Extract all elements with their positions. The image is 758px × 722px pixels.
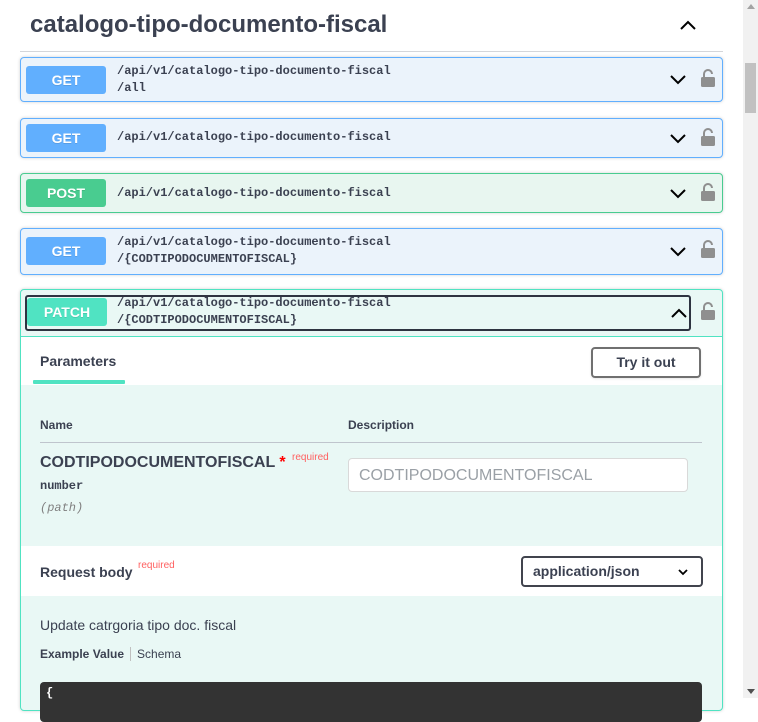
parameter-name: CODTIPODOCUMENTOFISCAL * bbox=[40, 454, 286, 472]
required-star: * bbox=[279, 454, 286, 471]
request-body-header: Request body required application/json bbox=[21, 546, 722, 596]
request-body-content: Update catrgoria tipo doc. fiscal Exampl… bbox=[21, 597, 722, 722]
operation-get-by-id[interactable]: GET /api/v1/catalogo-tipo-documento-fisc… bbox=[20, 228, 723, 275]
operation-summary[interactable]: PATCH /api/v1/catalogo-tipo-documento-fi… bbox=[25, 295, 691, 331]
path-line-1: /api/v1/catalogo-tipo-documento-fiscal bbox=[117, 296, 391, 310]
chevron-down-icon[interactable] bbox=[668, 129, 688, 149]
operation-path: /api/v1/catalogo-tipo-documento-fiscal /… bbox=[117, 234, 417, 268]
tab-active-indicator bbox=[33, 380, 125, 384]
path-line-1: /api/v1/catalogo-tipo-documento-fiscal bbox=[117, 64, 391, 78]
chevron-down-icon[interactable] bbox=[668, 184, 688, 204]
lock-icon[interactable] bbox=[700, 182, 716, 202]
path-line-2: /{CODTIPODOCUMENTOFISCAL} bbox=[117, 313, 298, 327]
lock-icon[interactable] bbox=[700, 68, 716, 88]
section-header[interactable]: catalogo-tipo-documento-fiscal bbox=[20, 0, 723, 52]
example-code-block: { bbox=[40, 682, 702, 722]
chevron-down-icon[interactable] bbox=[668, 70, 688, 90]
path-line-1: /api/v1/catalogo-tipo-documento-fiscal bbox=[117, 235, 391, 249]
parameter-input[interactable]: CODTIPODOCUMENTOFISCAL bbox=[348, 458, 688, 492]
chevron-down-icon[interactable] bbox=[668, 242, 688, 262]
parameter-name-text: CODTIPODOCUMENTOFISCAL bbox=[40, 454, 275, 471]
example-tabs: Example Value Schema bbox=[40, 647, 181, 661]
operation-patch: PATCH /api/v1/catalogo-tipo-documento-fi… bbox=[20, 289, 723, 722]
required-label: required bbox=[138, 560, 175, 571]
header-divider bbox=[40, 442, 702, 443]
request-body-description: Update catrgoria tipo doc. fiscal bbox=[40, 617, 237, 633]
request-body-label: Request body bbox=[40, 564, 133, 580]
method-badge: PATCH bbox=[27, 298, 107, 326]
method-badge: GET bbox=[26, 124, 106, 152]
scroll-up-arrow-icon[interactable] bbox=[747, 4, 755, 9]
operation-path: /api/v1/catalogo-tipo-documento-fiscal /… bbox=[117, 295, 417, 329]
scrollbar-thumb[interactable] bbox=[745, 63, 756, 113]
chevron-up-icon[interactable] bbox=[678, 15, 698, 35]
tab-parameters[interactable]: Parameters bbox=[40, 353, 116, 369]
swagger-page: catalogo-tipo-documento-fiscal GET /api/… bbox=[0, 0, 743, 722]
required-label: required bbox=[292, 452, 329, 463]
scroll-down-arrow-icon[interactable] bbox=[747, 689, 755, 694]
chevron-up-icon[interactable] bbox=[669, 303, 689, 323]
try-it-out-button[interactable]: Try it out bbox=[591, 347, 701, 378]
path-line-2: /all bbox=[117, 81, 146, 95]
operation-post[interactable]: POST /api/v1/catalogo-tipo-documento-fis… bbox=[20, 173, 723, 213]
content-type-select[interactable]: application/json bbox=[521, 556, 703, 587]
content-type-value: application/json bbox=[533, 563, 640, 579]
column-header-name: Name bbox=[40, 418, 73, 432]
operation-path: /api/v1/catalogo-tipo-documento-fiscal bbox=[117, 130, 391, 144]
section-title: catalogo-tipo-documento-fiscal bbox=[30, 11, 388, 38]
parameters-table: Name Description CODTIPODOCUMENTOFISCAL … bbox=[21, 385, 722, 545]
lock-icon[interactable] bbox=[700, 301, 716, 321]
path-line-2: /{CODTIPODOCUMENTOFISCAL} bbox=[117, 252, 298, 266]
method-badge: POST bbox=[26, 179, 106, 207]
column-header-description: Description bbox=[348, 418, 415, 432]
operation-path: /api/v1/catalogo-tipo-documento-fiscal /… bbox=[117, 63, 417, 97]
parameter-location: (path) bbox=[40, 501, 84, 515]
chevron-down-icon bbox=[678, 569, 688, 576]
tab-schema[interactable]: Schema bbox=[131, 647, 181, 661]
vertical-scrollbar[interactable] bbox=[743, 0, 758, 698]
method-badge: GET bbox=[26, 237, 106, 265]
operation-path: /api/v1/catalogo-tipo-documento-fiscal bbox=[117, 186, 391, 200]
operation-get-all[interactable]: GET /api/v1/catalogo-tipo-documento-fisc… bbox=[20, 57, 723, 102]
parameters-header: Parameters Try it out bbox=[21, 336, 722, 385]
tab-example-value[interactable]: Example Value bbox=[40, 647, 132, 661]
lock-icon[interactable] bbox=[700, 127, 716, 147]
operation-get-list[interactable]: GET /api/v1/catalogo-tipo-documento-fisc… bbox=[20, 118, 723, 158]
method-badge: GET bbox=[26, 66, 106, 94]
parameter-type: number bbox=[40, 479, 84, 493]
lock-icon[interactable] bbox=[700, 239, 716, 259]
